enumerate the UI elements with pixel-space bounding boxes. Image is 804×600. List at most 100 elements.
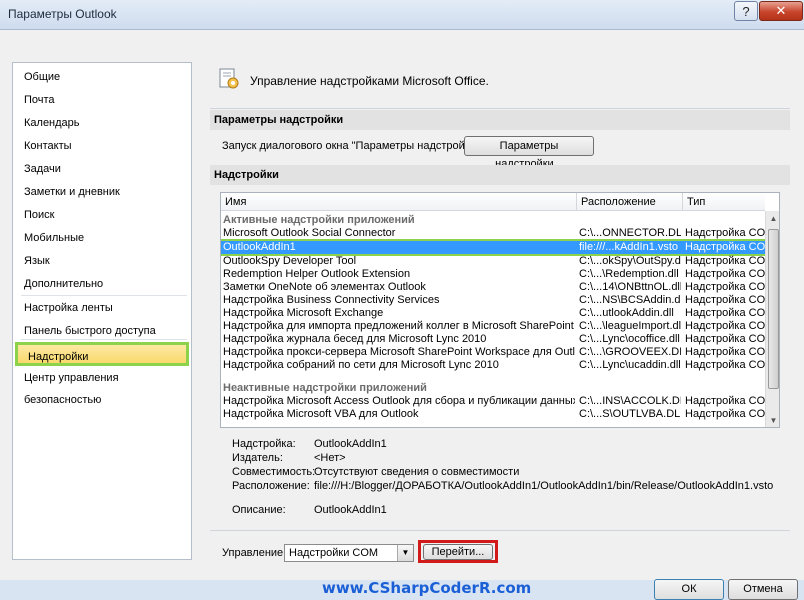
cell-name: Надстройка для импорта предложений колле… xyxy=(223,320,575,332)
cell-type: Надстройка COM xyxy=(685,255,765,267)
manage-label: Управление: xyxy=(222,547,287,559)
help-button[interactable]: ? xyxy=(734,1,758,21)
cell-name: Надстройка Business Connectivity Service… xyxy=(223,294,440,306)
detail-location-value: file:///H:/Blogger/ДОРАБОТКА/OutlookAddI… xyxy=(314,480,774,492)
sidebar-item-search[interactable]: Поиск xyxy=(14,204,190,226)
table-row-selected[interactable]: OutlookAddIn1 file:///...kAddIn1.vsto Надс… xyxy=(221,239,767,256)
sidebar-separator xyxy=(21,339,187,340)
detail-publisher-value: <Нет> xyxy=(314,452,346,464)
addins-panel: Управление надстройками Microsoft Office… xyxy=(202,60,798,600)
table-row[interactable]: Надстройка собраний по сети для Microsof… xyxy=(221,359,765,372)
section-header-addin-params: Параметры надстройки xyxy=(210,110,790,130)
table-row[interactable]: Надстройка Microsoft VBA для Outlook C:\.… xyxy=(221,408,765,421)
cell-name: OutlookAddIn1 xyxy=(223,241,296,253)
cell-name: Надстройка собраний по сети для Microsof… xyxy=(223,359,499,371)
sidebar-item-tasks[interactable]: Задачи xyxy=(14,158,190,180)
table-row[interactable]: Надстройка Microsoft Exchange C:\...utloo… xyxy=(221,307,765,320)
detail-compat-label: Совместимость: xyxy=(232,466,316,478)
column-header-name[interactable]: Имя xyxy=(221,193,577,211)
manage-select[interactable]: Надстройки COM ▼ xyxy=(284,544,414,562)
cell-type: Надстройка COM xyxy=(685,408,765,420)
cell-location: C:\...INS\ACCOLK.DLL xyxy=(579,395,681,407)
cell-type: Надстройка COM xyxy=(685,241,765,253)
sidebar-item-advanced[interactable]: Дополнительно xyxy=(14,273,190,295)
cell-type: Надстройка COM xyxy=(685,346,765,358)
sidebar-item-notes[interactable]: Заметки и дневник xyxy=(14,181,190,203)
cell-type: Надстройка COM xyxy=(685,281,765,293)
table-row[interactable]: Надстройка Microsoft Access Outlook для … xyxy=(221,395,765,408)
detail-description-value: OutlookAddIn1 xyxy=(314,504,387,516)
cell-type: Надстройка COM xyxy=(685,359,765,371)
scrollbar-thumb[interactable] xyxy=(768,229,779,389)
cell-name: Заметки OneNote об элементах Outlook xyxy=(223,281,426,293)
cell-location: C:\...S\OUTLVBA.DLL xyxy=(579,408,681,420)
window-title: Параметры Outlook xyxy=(8,7,117,21)
go-button[interactable]: Перейти... xyxy=(423,544,493,560)
detail-compat-value: Отсутствуют сведения о совместимости xyxy=(314,466,520,478)
dialog-body: Общие Почта Календарь Контакты Задачи За… xyxy=(0,30,804,600)
cell-name: OutlookSpy Developer Tool xyxy=(223,255,357,267)
cell-type: Надстройка COM xyxy=(685,320,765,332)
sidebar-item-mail[interactable]: Почта xyxy=(14,89,190,111)
go-button-highlight: Перейти... xyxy=(418,540,498,563)
sidebar-item-mobile[interactable]: Мобильные xyxy=(14,227,190,249)
table-row[interactable]: Microsoft Outlook Social Connector C:\...… xyxy=(221,227,765,240)
table-scrollbar[interactable]: ▲ ▼ xyxy=(765,211,779,427)
cell-location: C:\...\leagueImport.dll xyxy=(579,320,681,332)
divider xyxy=(210,108,790,109)
detail-location-label: Расположение: xyxy=(232,480,310,492)
arrow-down-icon[interactable]: ▼ xyxy=(766,413,779,427)
sidebar-item-addins[interactable]: Надстройки xyxy=(15,342,189,366)
sidebar-item-language[interactable]: Язык xyxy=(14,250,190,272)
close-button[interactable]: ✕ xyxy=(759,1,803,21)
cancel-button[interactable]: Отмена xyxy=(728,579,798,600)
cell-location: C:\...ONNECTOR.DLL xyxy=(579,227,681,239)
divider xyxy=(210,530,790,531)
table-row[interactable]: Надстройка для импорта предложений колле… xyxy=(221,320,765,333)
cell-name: Надстройка Microsoft Access Outlook для … xyxy=(223,395,575,407)
cell-type: Надстройка COM xyxy=(685,307,765,319)
cell-name: Microsoft Outlook Social Connector xyxy=(223,227,396,239)
sidebar-item-ribbon[interactable]: Настройка ленты xyxy=(14,297,190,319)
manage-select-value: Надстройки COM xyxy=(289,547,379,559)
gear-document-icon xyxy=(219,68,239,89)
sidebar-separator xyxy=(21,295,187,296)
table-row[interactable]: OutlookSpy Developer Tool C:\...okSpy\Out… xyxy=(221,255,765,268)
column-header-type[interactable]: Тип xyxy=(683,193,765,211)
sidebar-item-contacts[interactable]: Контакты xyxy=(14,135,190,157)
table-row[interactable]: Надстройка журнала бесед для Microsoft L… xyxy=(221,333,765,346)
cell-location: file:///...kAddIn1.vsto xyxy=(579,241,679,253)
detail-publisher-label: Издатель: xyxy=(232,452,283,464)
table-row[interactable]: Redemption Helper Outlook Extension C:\..… xyxy=(221,268,765,281)
group-title-active: Активные надстройки приложений xyxy=(223,214,415,226)
ok-button[interactable]: ОК xyxy=(654,579,724,600)
group-title-inactive: Неактивные надстройки приложений xyxy=(223,382,427,394)
table-row[interactable]: Заметки OneNote об элементах Outlook C:\.… xyxy=(221,281,765,294)
column-header-location[interactable]: Расположение xyxy=(577,193,683,211)
detail-addin-value: OutlookAddIn1 xyxy=(314,438,387,450)
sidebar-item-trust-center[interactable]: Центр управления безопасностью xyxy=(14,367,190,406)
addin-params-button[interactable]: Параметры надстройки... xyxy=(464,136,594,170)
table-row[interactable]: Надстройка прокси-сервера Microsoft Shar… xyxy=(221,346,765,359)
launch-dialog-label: Запуск диалогового окна "Параметры надст… xyxy=(222,140,483,152)
cell-location: C:\...okSpy\OutSpy.dll xyxy=(579,255,681,267)
sidebar-item-general[interactable]: Общие xyxy=(14,66,190,88)
chevron-down-icon[interactable]: ▼ xyxy=(397,545,413,561)
cell-location: C:\...14\ONBttnOL.dll xyxy=(579,281,681,293)
cell-name: Надстройка Microsoft VBA для Outlook xyxy=(223,408,419,420)
section-header-addins: Надстройки xyxy=(210,165,790,185)
title-bar: Параметры Outlook ? ✕ xyxy=(0,0,804,30)
cell-type: Надстройка COM xyxy=(685,395,765,407)
cell-location: C:\...Lync\ocoffice.dll xyxy=(579,333,680,345)
cell-name: Redemption Helper Outlook Extension xyxy=(223,268,411,280)
arrow-up-icon[interactable]: ▲ xyxy=(766,211,779,226)
cell-location: C:\...NS\BCSAddin.dll xyxy=(579,294,681,306)
cell-type: Надстройка COM xyxy=(685,227,765,239)
cell-type: Надстройка COM xyxy=(685,268,765,280)
cell-location: C:\...\Redemption.dll xyxy=(579,268,679,280)
cell-type: Надстройка COM xyxy=(685,294,765,306)
sidebar-item-calendar[interactable]: Календарь xyxy=(14,112,190,134)
cell-location: C:\...utlookAddin.dll xyxy=(579,307,674,319)
cell-name: Надстройка Microsoft Exchange xyxy=(223,307,384,319)
table-row[interactable]: Надстройка Business Connectivity Service… xyxy=(221,294,765,307)
